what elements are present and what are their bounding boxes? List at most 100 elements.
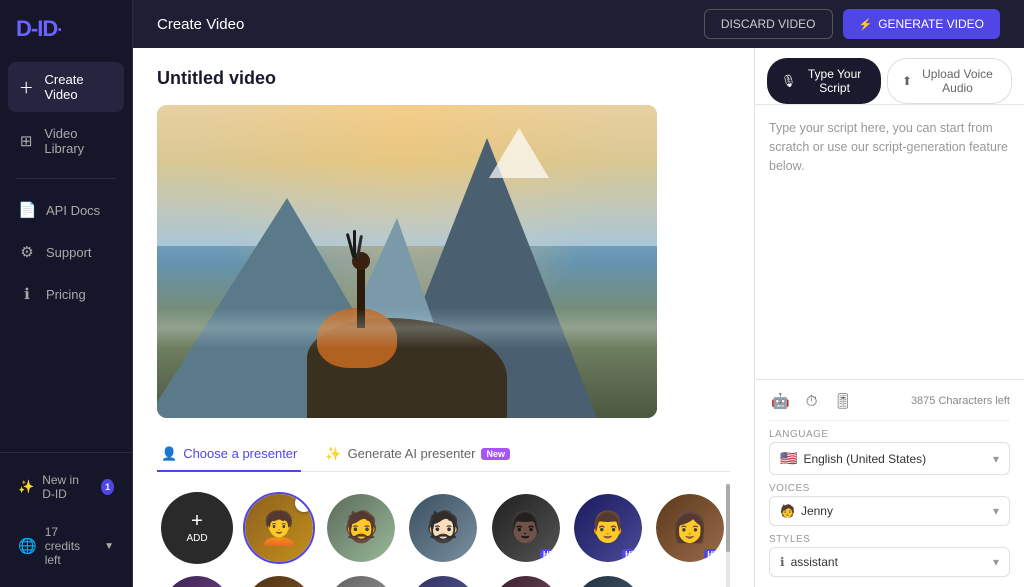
- style-value: assistant: [791, 555, 838, 569]
- script-footer: 🤖 ⏱ 🎚 3875 Characters left Language 🇺🇸 E…: [755, 379, 1024, 587]
- timer-button[interactable]: ⏱: [804, 391, 820, 412]
- generate-video-button[interactable]: GENERATE VIDEO: [843, 9, 1001, 39]
- sidebar-item-pricing[interactable]: ℹ Pricing: [8, 275, 124, 313]
- app-logo: D-ID·: [0, 0, 132, 62]
- grid-icon: ⊞: [18, 132, 34, 150]
- sidebar-item-label: Video Library: [44, 126, 114, 156]
- script-tabs: 🎙 Type Your Script ⬆ Upload Voice Audio: [755, 48, 1024, 105]
- hd-badge: HD: [622, 549, 640, 560]
- presenter-avatar[interactable]: 🧔🏽: [243, 574, 315, 587]
- language-select[interactable]: 🇺🇸 English (United States) ▾: [769, 442, 1010, 475]
- select-group: Language 🇺🇸 English (United States) ▾ Vo…: [769, 429, 1010, 577]
- voices-select[interactable]: 🧑 Jenny ▾: [769, 496, 1010, 526]
- hd-badge: HD: [704, 549, 722, 560]
- voices-label: Voices: [769, 483, 1010, 494]
- sidebar-item-label: Pricing: [46, 287, 86, 302]
- nav-divider: [16, 178, 116, 179]
- info-icon: ℹ: [18, 285, 36, 303]
- sparkle-icon: ✨: [325, 446, 341, 462]
- scroll-thumb: [726, 484, 730, 552]
- tab-label: Choose a presenter: [183, 446, 297, 461]
- gear-icon: ⚙: [18, 243, 36, 261]
- script-toolbar: 🤖 ⏱ 🎚 3875 Characters left: [769, 390, 1010, 421]
- info-icon: ℹ: [780, 555, 785, 569]
- chevron-down-icon: ▾: [993, 555, 999, 569]
- tab-upload-voice[interactable]: ⬆ Upload Voice Audio: [887, 58, 1012, 104]
- presenter-avatar[interactable]: 👨🏿 HD: [490, 492, 562, 564]
- video-art: [157, 105, 657, 418]
- language-flag: 🇺🇸: [780, 450, 797, 467]
- language-value: English (United States): [803, 452, 926, 466]
- presenter-avatar[interactable]: 🧔🏻: [407, 492, 479, 564]
- styles-select[interactable]: ℹ assistant ▾: [769, 547, 1010, 577]
- presenter-avatar[interactable]: 👩 HD: [654, 492, 726, 564]
- mic-icon: 🎙: [781, 74, 796, 88]
- sidebar-item-create-video[interactable]: ＋ Create Video: [8, 62, 124, 112]
- voices-select-row: Voices 🧑 Jenny ▾: [769, 483, 1010, 526]
- doc-icon: 📄: [18, 201, 36, 219]
- hd-badge: HD: [540, 549, 558, 560]
- sidebar-bottom: ✨ New in D-ID 1 🌐 17 credits left ▼: [0, 452, 132, 587]
- upload-icon: ⬆: [902, 74, 912, 88]
- presenter-avatar[interactable]: 👨 HD: [572, 492, 644, 564]
- styles-label: Styles: [769, 534, 1010, 545]
- sidebar: D-ID· ＋ Create Video ⊞ Video Library 📄 A…: [0, 0, 133, 587]
- language-label: Language: [769, 429, 1010, 440]
- presenter-avatar[interactable]: 👨🏻: [407, 574, 479, 587]
- new-badge-count: 1: [101, 479, 114, 495]
- sidebar-item-label: Support: [46, 245, 92, 260]
- audio-settings-button[interactable]: 🎚: [831, 390, 854, 412]
- sidebar-item-video-library[interactable]: ⊞ Video Library: [8, 116, 124, 166]
- chevron-down-icon: ▾: [993, 452, 999, 466]
- add-label: ADD: [186, 533, 207, 544]
- sparkle-icon: ✨: [18, 479, 34, 495]
- presenter-avatar[interactable]: 👩🏿: [161, 574, 233, 587]
- presenter-tabs: 👤 Choose a presenter ✨ Generate AI prese…: [157, 438, 730, 472]
- presenter-section: 👤 Choose a presenter ✨ Generate AI prese…: [157, 438, 730, 587]
- discard-video-button[interactable]: DISCARD VIDEO: [704, 9, 833, 39]
- mountain-bg: [157, 168, 657, 418]
- add-presenter-button[interactable]: + ADD: [161, 492, 233, 564]
- presenters-grid-wrapper: + ADD 🧑‍🦱 × 🧔: [157, 484, 730, 587]
- work-area: Untitled video: [133, 48, 1024, 587]
- person-icon: 👤: [161, 446, 177, 462]
- language-select-row: Language 🇺🇸 English (United States) ▾: [769, 429, 1010, 475]
- tab-choose-presenter[interactable]: 👤 Choose a presenter: [157, 438, 301, 472]
- new-in-did-label: New in D-ID: [42, 473, 93, 501]
- video-preview[interactable]: [157, 105, 657, 418]
- presenter-avatar[interactable]: 👩🏻: [325, 574, 397, 587]
- person-icon: 🧑: [780, 504, 795, 518]
- presenter-avatar[interactable]: 👩🏽: [490, 574, 562, 587]
- video-panel: Untitled video: [133, 48, 754, 587]
- sidebar-item-label: Create Video: [45, 72, 114, 102]
- presenter-avatar[interactable]: 🧑‍🦱 ×: [243, 492, 315, 564]
- credits-label: 17 credits left: [45, 525, 96, 567]
- remove-presenter-button[interactable]: ×: [295, 494, 313, 512]
- script-panel: 🎙 Type Your Script ⬆ Upload Voice Audio …: [754, 48, 1024, 587]
- tab-label: Type Your Script: [802, 67, 867, 95]
- sidebar-item-support[interactable]: ⚙ Support: [8, 233, 124, 271]
- tab-label: Upload Voice Audio: [918, 67, 997, 95]
- credits-row[interactable]: 🌐 17 credits left ▼: [8, 517, 124, 575]
- video-title[interactable]: Untitled video: [157, 68, 730, 89]
- new-badge: New: [481, 448, 510, 460]
- voice-value: Jenny: [801, 504, 833, 518]
- topbar-title: Create Video: [157, 16, 244, 33]
- main-content: Create Video DISCARD VIDEO GENERATE VIDE…: [133, 0, 1024, 587]
- presenter-avatar[interactable]: 👴🏻: [572, 574, 644, 587]
- plus-icon: +: [191, 511, 203, 531]
- tab-type-script[interactable]: 🎙 Type Your Script: [767, 58, 881, 104]
- sidebar-item-api-docs[interactable]: 📄 API Docs: [8, 191, 124, 229]
- presenter-avatar[interactable]: 🧔: [325, 492, 397, 564]
- sidebar-item-label: API Docs: [46, 203, 100, 218]
- scroll-indicator[interactable]: [726, 484, 730, 587]
- topbar: Create Video DISCARD VIDEO GENERATE VIDE…: [133, 0, 1024, 48]
- ai-generate-button[interactable]: 🤖: [769, 390, 792, 412]
- characters-left: 3875 Characters left: [911, 395, 1010, 407]
- topbar-actions: DISCARD VIDEO GENERATE VIDEO: [704, 9, 1000, 39]
- tab-generate-ai-presenter[interactable]: ✨ Generate AI presenter New: [321, 438, 514, 472]
- plus-icon: ＋: [18, 77, 35, 98]
- styles-select-row: Styles ℹ assistant ▾: [769, 534, 1010, 577]
- new-in-did[interactable]: ✨ New in D-ID 1: [8, 465, 124, 509]
- script-placeholder-text[interactable]: Type your script here, you can start fro…: [755, 105, 1024, 379]
